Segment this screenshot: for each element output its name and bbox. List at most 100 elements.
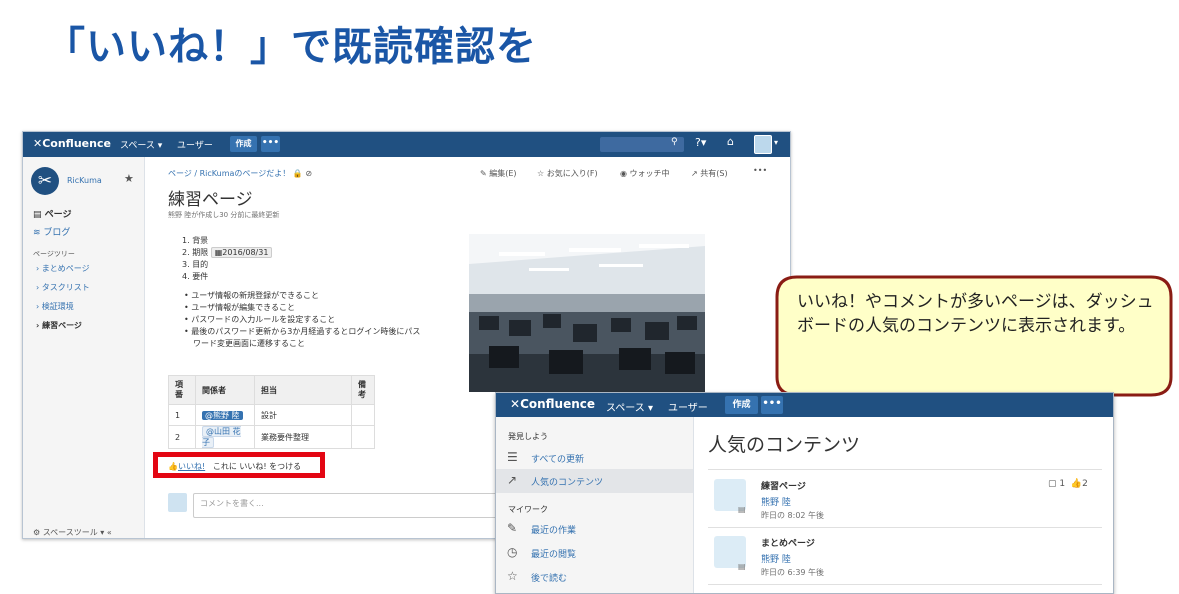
bullet-item: • ユーザ情報が編集できること xyxy=(184,303,295,312)
page-icon: ▤ xyxy=(738,562,746,571)
page-icon: ▤ xyxy=(738,505,746,514)
divider xyxy=(708,584,1102,585)
nav-spaces[interactable]: スペース ▾ xyxy=(606,399,653,414)
bullet-item: • パスワードの入力ルールを設定すること xyxy=(184,315,336,324)
item-author[interactable]: 熊野 陸 xyxy=(761,552,791,565)
gear-icon: ⚙ xyxy=(33,528,41,537)
stakeholder-table: 項番 関係者 担当 備考 1 @熊野 陸 設計 2 @山田 花子 業務要件整理 xyxy=(168,375,375,449)
share-button[interactable]: ↗ 共有(S) xyxy=(691,168,728,179)
user-mention[interactable]: @熊野 陸 xyxy=(202,410,243,420)
office-photo[interactable] xyxy=(469,234,705,392)
create-button[interactable]: 作成 xyxy=(230,136,257,152)
divider xyxy=(708,469,1102,470)
page-tree-item-current[interactable]: › 練習ページ xyxy=(36,320,82,331)
table-header-cell: 項番 xyxy=(168,375,196,405)
nav-people[interactable]: ユーザー xyxy=(177,138,213,151)
page-tree-header: ページツリー xyxy=(33,250,75,258)
attachment-icon[interactable]: ⊘ xyxy=(305,169,312,178)
edit-icon: ✎ xyxy=(507,521,518,535)
page-tree-item[interactable]: › まとめページ xyxy=(36,263,90,274)
chevron-down-icon: ▾ xyxy=(648,403,654,414)
list-item[interactable]: ▤ まとめページ 熊野 陸 昨日の 6:39 午後 xyxy=(708,530,1102,582)
bullet-item: • 最後のパスワード更新から3か月経過するとログイン時後にパス xyxy=(184,327,421,336)
lock-icon[interactable]: 🔒 xyxy=(293,169,303,178)
date-lozenge[interactable]: ▦2016/08/31 xyxy=(210,247,273,258)
list-icon: ☰ xyxy=(507,450,518,464)
clock-icon: ◷ xyxy=(507,545,518,559)
table-cell: 2 xyxy=(168,425,196,449)
create-more-button[interactable]: ••• xyxy=(261,136,280,152)
chevron-down-icon[interactable]: ▾ xyxy=(774,138,778,147)
bullet-item: • ユーザ情報の新規登録ができること xyxy=(184,291,319,300)
page-icon: ▤ xyxy=(33,210,42,220)
slide-title: 「いいね！」で既読確認を xyxy=(45,24,537,70)
table-cell xyxy=(351,404,375,426)
create-more-button[interactable]: ••• xyxy=(761,396,783,414)
pencil-icon: ✎ xyxy=(480,169,487,178)
confluence-x-icon: ✕ xyxy=(510,397,521,411)
table-header-cell: 担当 xyxy=(254,375,352,405)
discover-header: 発見しよう xyxy=(508,432,548,441)
space-sidebar: ✂ RicKuma ★ ▤ ページ ≋ ブログ ページツリー › まとめページ … xyxy=(23,157,145,538)
more-actions-button[interactable]: ••• xyxy=(753,166,767,175)
sidebar-item-saved-for-later[interactable]: ☆ 後で読む xyxy=(496,566,693,588)
bullet-item-continued: ワード変更画面に遷移すること xyxy=(193,339,305,348)
user-mention[interactable]: @山田 花子 xyxy=(202,426,241,448)
dashboard-window: ✕Confluence スペース ▾ ユーザー 作成 ••• 発見しよう ☰ す… xyxy=(495,392,1114,594)
item-title[interactable]: まとめページ xyxy=(761,536,815,549)
help-icon[interactable]: ?▾ xyxy=(695,136,706,149)
page-title: 練習ページ xyxy=(168,190,253,210)
page-tree-item[interactable]: › 検証環境 xyxy=(36,301,74,312)
table-header-row: 項番 関係者 担当 備考 xyxy=(168,375,375,405)
sidebar-item-recent-work[interactable]: ✎ 最近の作業 xyxy=(496,518,693,540)
confluence-logo[interactable]: ✕Confluence xyxy=(510,397,595,411)
nav-people[interactable]: ユーザー xyxy=(668,399,708,414)
sidebar-item-pages[interactable]: ▤ ページ xyxy=(33,207,71,220)
divider xyxy=(708,527,1102,528)
share-icon: ↗ xyxy=(691,169,698,178)
table-cell: 設計 xyxy=(254,404,352,426)
thumbs-up-icon: 👍 xyxy=(168,462,178,471)
like-button[interactable]: 👍いいね! xyxy=(168,462,205,471)
watch-button[interactable]: ◉ ウォッチ中 xyxy=(620,168,670,179)
my-work-header: マイワーク xyxy=(508,505,548,514)
sidebar-item-all-updates[interactable]: ☰ すべての更新 xyxy=(496,447,693,469)
space-logo-icon[interactable]: ✂ xyxy=(31,167,59,195)
like-count: 2 xyxy=(1082,479,1088,489)
table-cell: @熊野 陸 xyxy=(195,404,255,426)
commenter-avatar xyxy=(168,493,187,512)
sidebar-item-popular[interactable]: ↗ 人気のコンテンツ xyxy=(496,469,693,493)
table-cell: 1 xyxy=(168,404,196,426)
confluence-logo[interactable]: ✕Confluence xyxy=(33,137,111,150)
sidebar-item-recently-viewed[interactable]: ◷ 最近の閲覧 xyxy=(496,542,693,564)
item-author[interactable]: 熊野 陸 xyxy=(761,495,791,508)
dashboard-top-nav: ✕Confluence スペース ▾ ユーザー 作成 ••• xyxy=(496,393,1113,417)
space-tools-button[interactable]: ⚙ スペースツール ▾ « xyxy=(33,527,112,538)
page-tree-item[interactable]: › タスクリスト xyxy=(36,282,90,293)
sidebar-item-blog[interactable]: ≋ ブログ xyxy=(33,225,70,238)
callout-text: いいね！やコメントが多いページは、ダッシュボードの人気のコンテンツに表示されます… xyxy=(797,292,1154,336)
create-button[interactable]: 作成 xyxy=(725,396,758,414)
search-icon[interactable]: ⚲ xyxy=(671,137,678,147)
favorite-button[interactable]: ☆ お気に入り(F) xyxy=(537,168,598,179)
like-prompt: これに いいね! をつける xyxy=(212,462,302,471)
numbered-item: 2. 期限 ▦2016/08/31 xyxy=(182,247,273,258)
list-item[interactable]: ▤ 練習ページ 熊野 陸 昨日の 8:02 午後 ▢ 1 👍2 xyxy=(708,473,1102,525)
item-time: 昨日の 8:02 午後 xyxy=(761,511,825,520)
chevron-down-icon: ▾ xyxy=(157,141,163,151)
nav-spaces[interactable]: スペース ▾ xyxy=(120,138,162,151)
breadcrumb[interactable]: ページ / RicKumaのページだよ！ 🔒 ⊘ xyxy=(168,168,312,179)
office-photo-illustration xyxy=(469,234,705,392)
edit-button[interactable]: ✎ 編集(E) xyxy=(480,168,517,179)
notifications-icon[interactable]: ⌂ xyxy=(727,135,734,148)
item-title[interactable]: 練習ページ xyxy=(761,479,806,492)
engagement-counts: ▢ 1 👍2 xyxy=(1048,479,1088,489)
star-outline-icon: ☆ xyxy=(507,569,518,583)
page-byline: 熊野 陸が作成し30 分前に最終更新 xyxy=(168,211,280,219)
space-name[interactable]: RicKuma xyxy=(67,176,102,185)
star-outline-icon: ☆ xyxy=(537,169,545,178)
star-icon[interactable]: ★ xyxy=(124,172,134,185)
table-cell: @山田 花子 xyxy=(195,425,255,449)
user-avatar[interactable] xyxy=(754,135,772,154)
item-time: 昨日の 6:39 午後 xyxy=(761,568,825,577)
